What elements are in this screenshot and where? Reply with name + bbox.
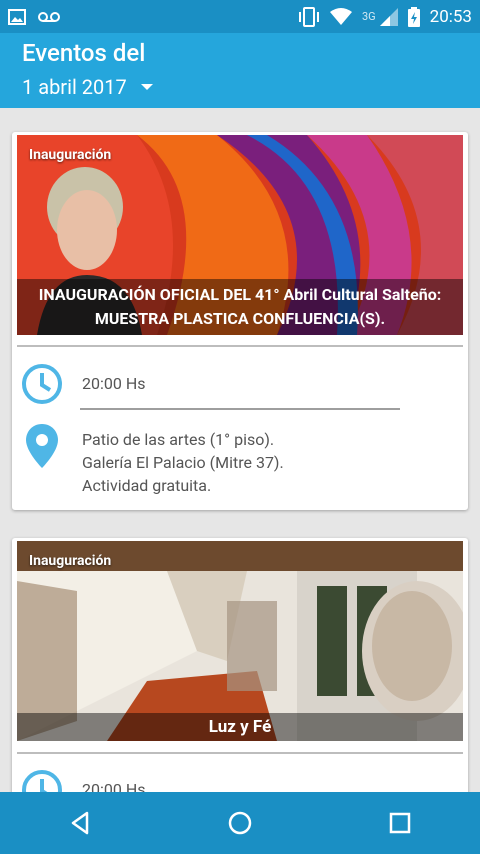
clock-icon — [22, 364, 62, 404]
event-category: Inauguración — [29, 553, 112, 569]
event-title: Luz y Fé — [17, 713, 463, 741]
event-location: Patio de las artes (1° piso). Galería El… — [82, 428, 284, 497]
event-image[interactable]: Inauguración INAUGURACIÓN OFICIAL DEL 41… — [17, 135, 463, 335]
event-time: 20:00 Hs — [82, 780, 146, 792]
app-bar: Eventos del 1 abril 2017 — [0, 33, 480, 108]
gallery-icon — [8, 8, 26, 25]
event-card[interactable]: Inauguración INAUGURACIÓN OFICIAL DEL 41… — [12, 132, 468, 510]
location-line: Galería El Palacio (Mitre 37). — [82, 453, 284, 472]
date-selector[interactable]: 1 abril 2017 — [22, 75, 153, 99]
recent-apps-icon[interactable] — [387, 810, 413, 836]
vibrate-icon — [298, 6, 319, 27]
event-card[interactable]: Inauguración Luz y Fé 20:00 Hs — [12, 538, 468, 792]
date-label: 1 abril 2017 — [22, 75, 127, 99]
clock: 20:53 — [429, 6, 472, 27]
events-list[interactable]: Inauguración INAUGURACIÓN OFICIAL DEL 41… — [0, 108, 480, 792]
divider — [17, 752, 463, 754]
event-category: Inauguración — [29, 147, 112, 163]
clock-icon — [22, 770, 62, 792]
location-line: Patio de las artes (1° piso). — [82, 430, 275, 449]
event-title: INAUGURACIÓN OFICIAL DEL 41° Abril Cultu… — [17, 279, 463, 335]
location-pin-icon — [26, 424, 58, 468]
wifi-icon — [329, 7, 352, 25]
location-line: Actividad gratuita. — [82, 476, 212, 495]
voicemail-icon — [38, 11, 60, 22]
divider — [17, 345, 463, 347]
page-title: Eventos del — [22, 39, 146, 67]
status-bar: 3G 20:53 — [0, 0, 480, 33]
event-image-art — [17, 541, 463, 741]
back-icon[interactable] — [67, 810, 93, 836]
event-image[interactable]: Inauguración Luz y Fé — [17, 541, 463, 741]
network-type-label: 3G — [361, 10, 376, 23]
battery-icon — [407, 6, 420, 27]
dropdown-arrow-icon — [140, 84, 153, 90]
divider — [80, 408, 400, 410]
event-time: 20:00 Hs — [82, 374, 146, 393]
system-navigation-bar — [0, 792, 480, 854]
home-icon[interactable] — [227, 810, 253, 836]
signal-icon — [379, 7, 398, 26]
